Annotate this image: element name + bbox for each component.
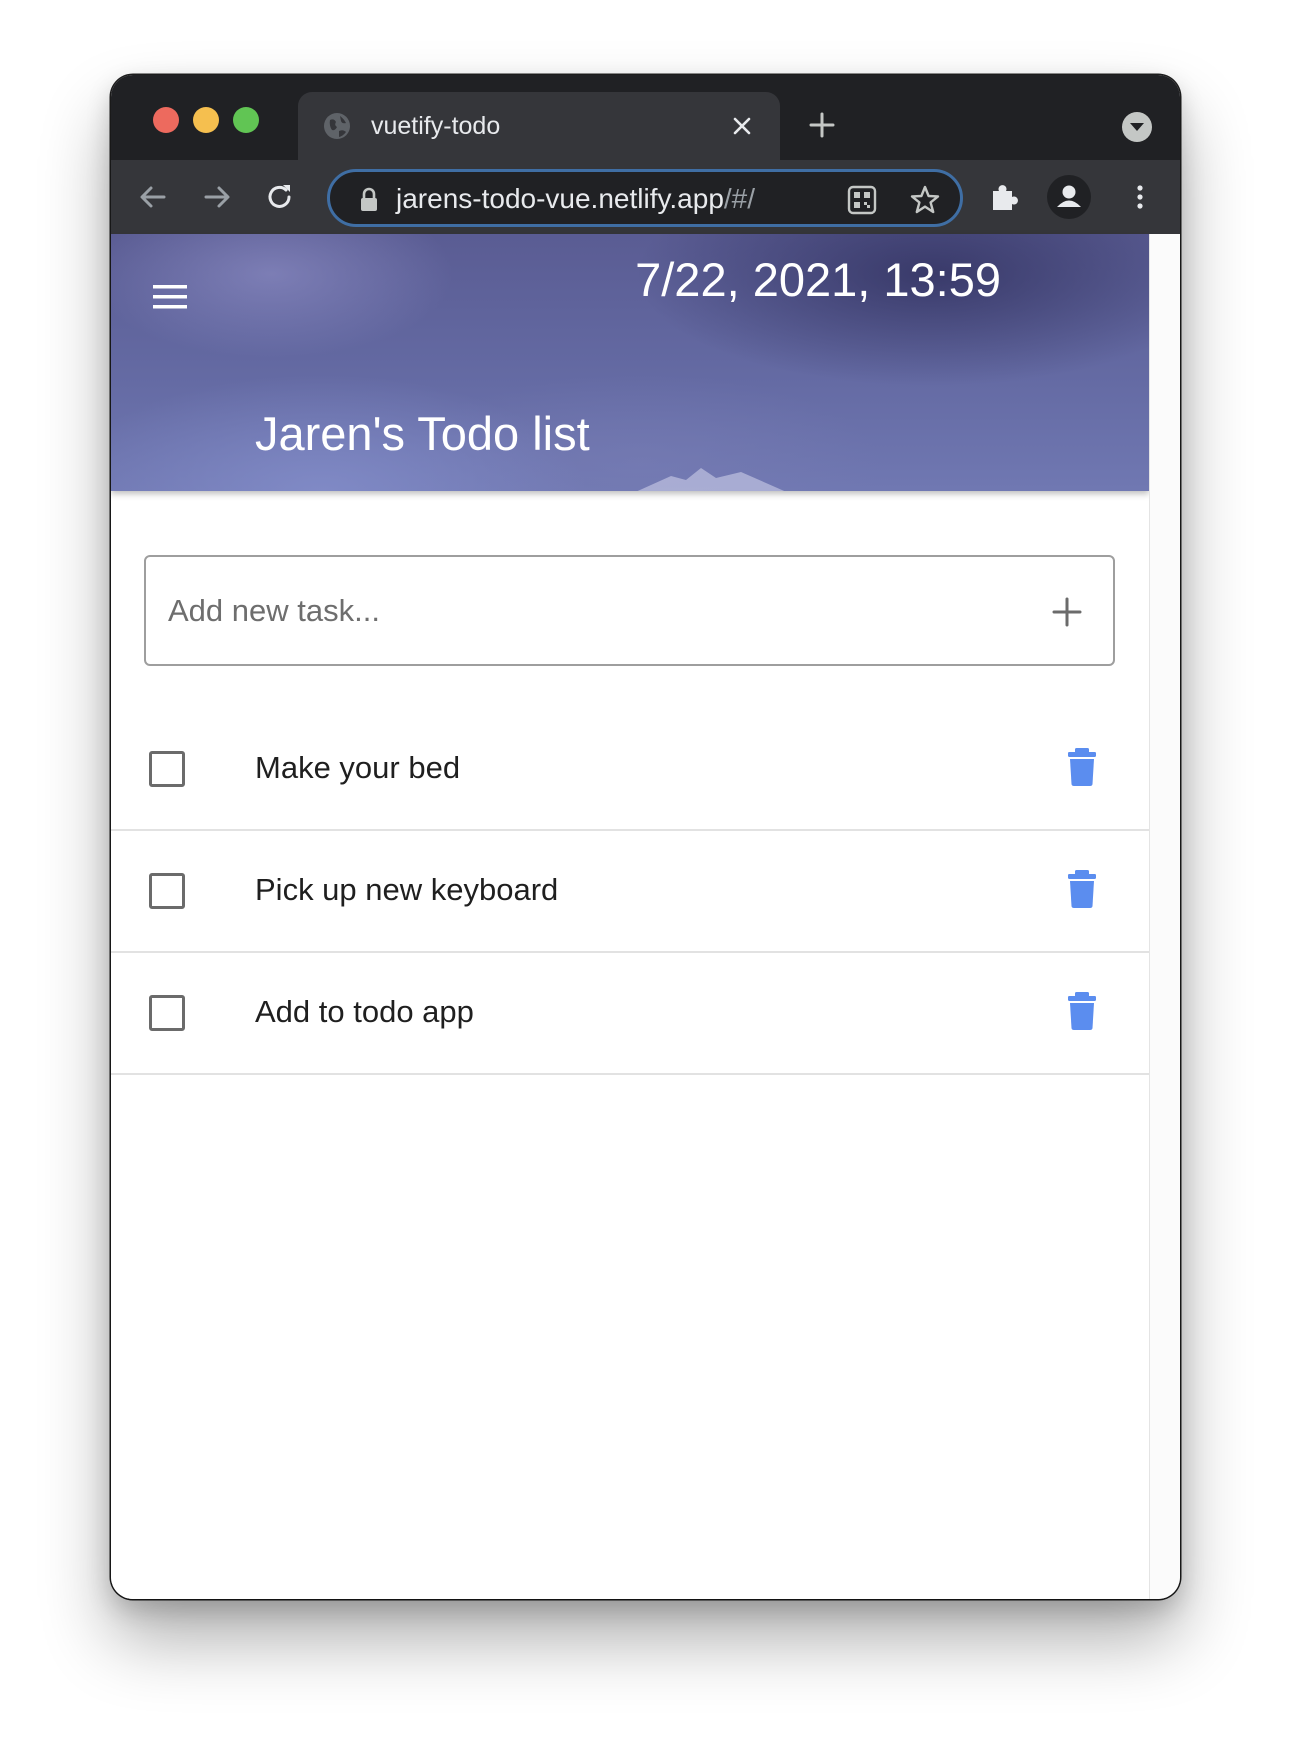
- url-path: /#/: [723, 183, 756, 214]
- mountain-background-image: [637, 468, 785, 491]
- plus-icon[interactable]: [1050, 595, 1084, 629]
- add-task-field[interactable]: [144, 555, 1115, 666]
- tab-title: vuetify-todo: [371, 112, 501, 140]
- trash-icon[interactable]: [1067, 869, 1097, 909]
- task-row[interactable]: Pick up new keyboard: [111, 831, 1149, 953]
- tab-strip: vuetify-todo: [111, 75, 1180, 160]
- minimize-window-button[interactable]: [193, 107, 219, 133]
- task-row[interactable]: Add to todo app: [111, 953, 1149, 1075]
- page-title: Jaren's Todo list: [255, 407, 590, 460]
- reload-icon[interactable]: [262, 179, 298, 215]
- page-viewport: 7/22, 2021, 13:59 Jaren's Todo list Make…: [111, 234, 1149, 1599]
- add-task-input[interactable]: [168, 579, 988, 643]
- trash-icon[interactable]: [1067, 991, 1097, 1031]
- puzzle-extension-icon[interactable]: [987, 179, 1023, 215]
- task-text: Make your bed: [255, 750, 461, 785]
- task-list: Make your bed Pick up new keyboard Add t…: [111, 709, 1149, 1075]
- trash-icon[interactable]: [1067, 747, 1097, 787]
- back-arrow-icon[interactable]: [135, 179, 171, 215]
- browser-window: vuetify-todo jarens-todo-vue.netlify.app…: [111, 75, 1180, 1599]
- new-tab-icon[interactable]: [807, 110, 837, 140]
- kebab-menu-icon[interactable]: [1122, 179, 1158, 215]
- url-host: jarens-todo-vue.netlify.app: [396, 183, 724, 214]
- task-text: Add to todo app: [255, 994, 474, 1029]
- qr-code-icon[interactable]: [845, 183, 879, 217]
- lock-icon[interactable]: [358, 186, 380, 214]
- close-tab-icon[interactable]: [730, 114, 754, 138]
- close-window-button[interactable]: [153, 107, 179, 133]
- url-text[interactable]: jarens-todo-vue.netlify.app/#/: [396, 183, 755, 215]
- scrollbar-track[interactable]: [1149, 234, 1180, 1599]
- chevron-down-icon: [1130, 123, 1144, 131]
- globe-icon: [324, 113, 350, 139]
- app-header: 7/22, 2021, 13:59 Jaren's Todo list: [111, 234, 1149, 491]
- hamburger-menu-icon[interactable]: [149, 280, 191, 314]
- address-bar[interactable]: jarens-todo-vue.netlify.app/#/: [327, 169, 963, 227]
- task-checkbox[interactable]: [149, 873, 185, 909]
- browser-toolbar: jarens-todo-vue.netlify.app/#/: [111, 160, 1180, 234]
- profile-icon: [1057, 185, 1081, 207]
- tab-active[interactable]: vuetify-todo: [298, 92, 780, 160]
- star-icon[interactable]: [908, 183, 942, 217]
- forward-arrow-icon[interactable]: [199, 179, 235, 215]
- task-row[interactable]: Make your bed: [111, 709, 1149, 831]
- task-text: Pick up new keyboard: [255, 872, 559, 907]
- task-checkbox[interactable]: [149, 995, 185, 1031]
- task-checkbox[interactable]: [149, 751, 185, 787]
- date-time-display: 7/22, 2021, 13:59: [635, 253, 1001, 306]
- tab-search-button[interactable]: [1122, 112, 1152, 142]
- profile-button[interactable]: [1047, 175, 1091, 219]
- zoom-window-button[interactable]: [233, 107, 259, 133]
